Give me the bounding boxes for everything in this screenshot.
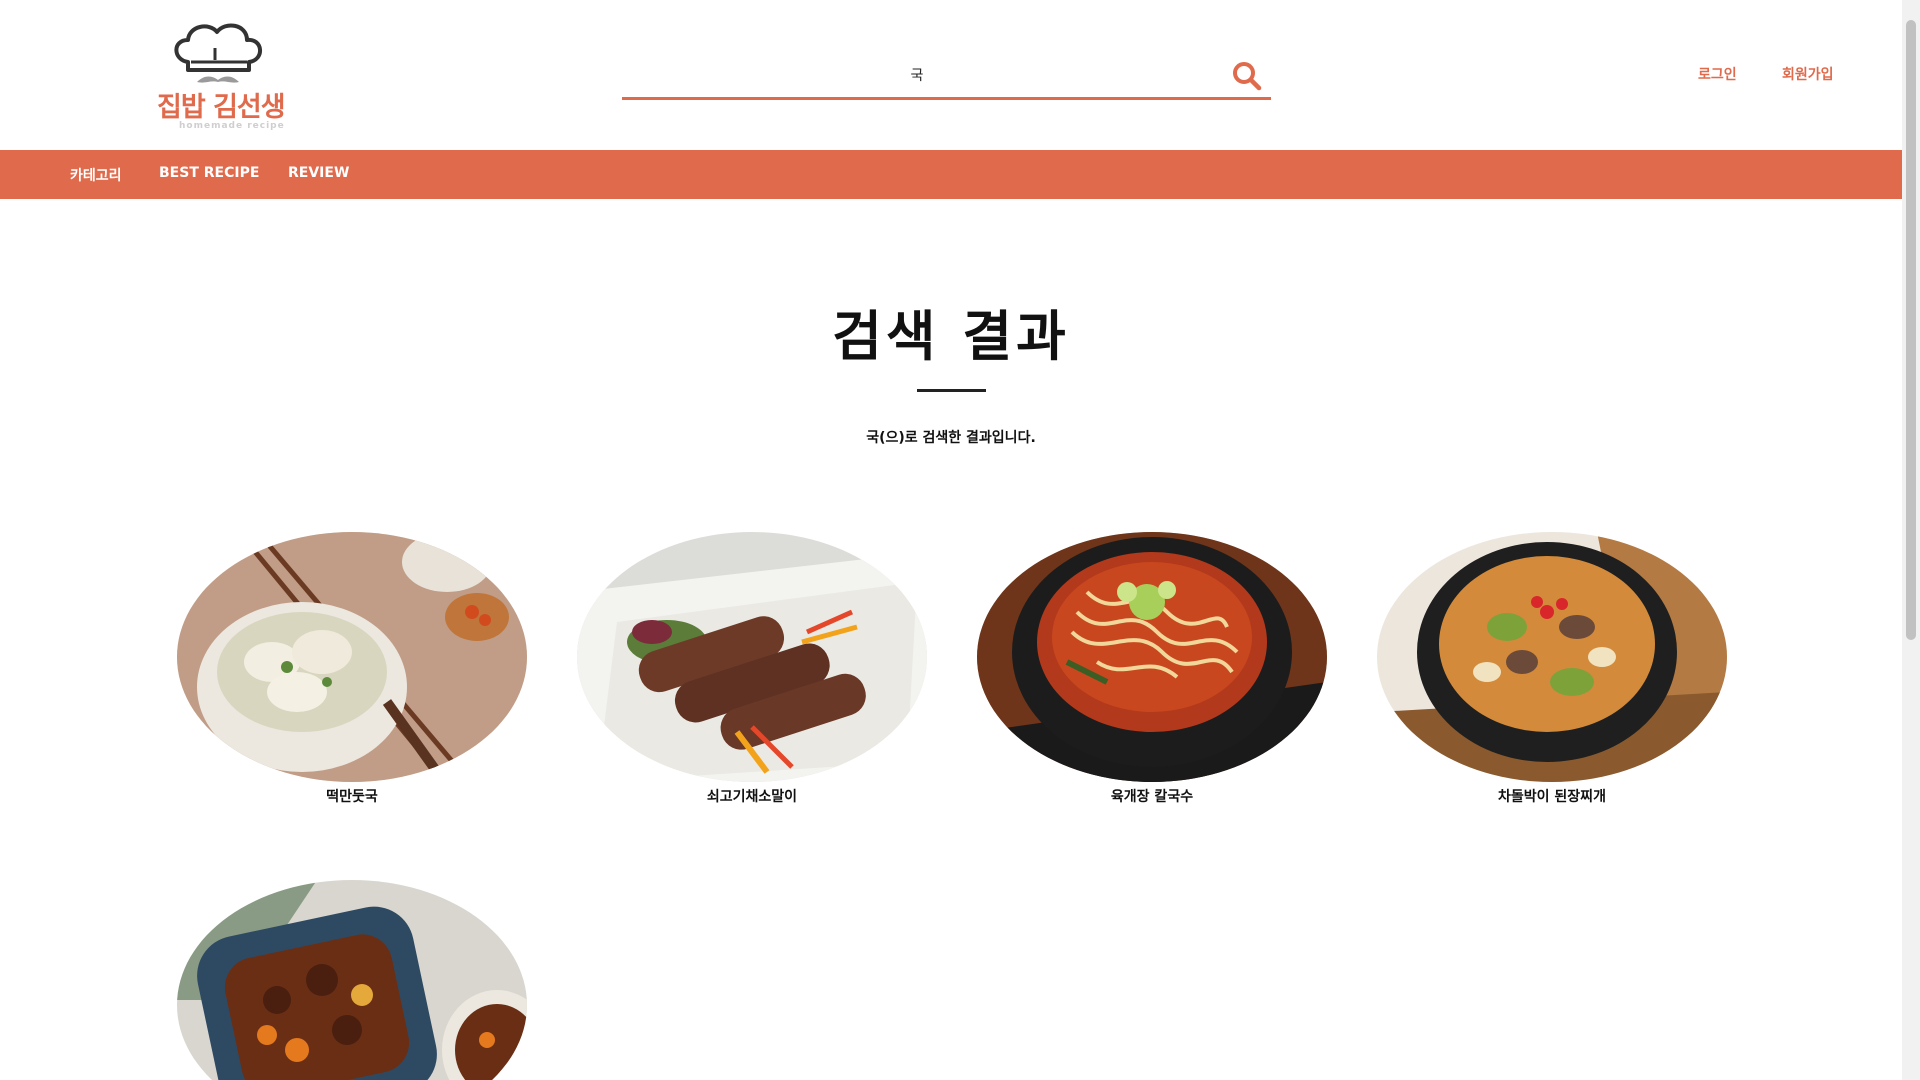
site-logo[interactable]: 집밥 김선생 homemade recipe [155,18,290,136]
site-header: 집밥 김선생 homemade recipe 로그인 회원가입 [0,0,1902,150]
vertical-scrollbar[interactable] [1902,0,1920,1080]
search-icon [1233,62,1262,91]
recipe-name: 육개장 칼국수 [1110,789,1194,805]
spicy-noodle-soup-photo [977,532,1327,782]
logo-subtext: homemade recipe [179,121,285,131]
main-nav: 카테고리 BEST RECIPE REVIEW [0,150,1902,199]
search-result-caption: 국(으)로 검색한 결과입니다. [866,430,1036,446]
logo-text: 집밥 김선생 [157,92,286,123]
soybean-stew-photo [1377,532,1727,782]
nav-item-category[interactable]: 카테고리 [70,165,122,185]
nav-item-review[interactable]: REVIEW [288,165,349,181]
recipe-card[interactable]: 떡만둣국 [177,532,527,805]
signup-link[interactable]: 회원가입 [1782,64,1834,84]
page-title: 검색 결과 [832,305,1070,368]
chef-hat-icon [174,23,262,83]
recipe-card[interactable]: 쇠고기채소말이 [577,532,927,805]
title-divider [917,389,986,392]
dumpling-soup-photo [177,532,527,782]
recipe-card[interactable]: 차돌박이 된장찌개 [1377,532,1727,805]
beef-stew-photo [177,880,527,1080]
beef-vegetable-roll-photo [577,532,927,782]
recipe-card[interactable]: 육개장 칼국수 [977,532,1327,805]
recipe-card[interactable] [177,880,527,1080]
search-bar [622,52,1271,100]
recipe-name: 떡만둣국 [326,789,378,805]
search-input[interactable] [622,60,1212,90]
scrollbar-thumb[interactable] [1906,20,1916,640]
recipe-name: 차돌박이 된장찌개 [1498,789,1606,805]
search-button[interactable] [1231,60,1263,92]
nav-item-best-recipe[interactable]: BEST RECIPE [159,165,259,181]
recipe-name: 쇠고기채소말이 [706,789,798,805]
login-link[interactable]: 로그인 [1698,64,1737,84]
